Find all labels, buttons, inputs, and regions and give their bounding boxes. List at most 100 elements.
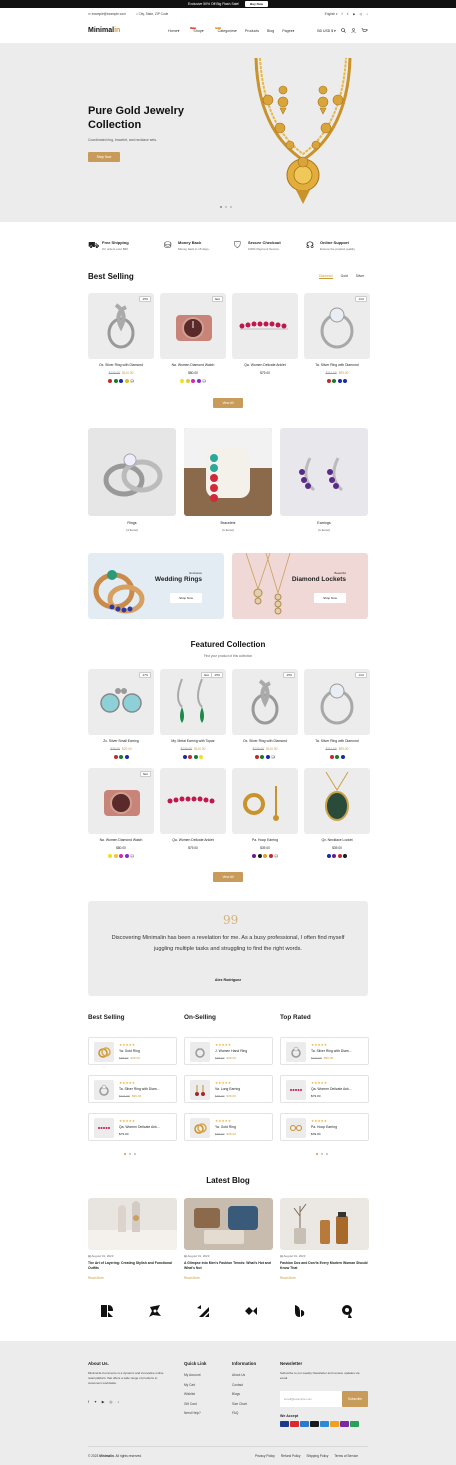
swatch[interactable]: [332, 854, 337, 858]
best-selling-view-all-button[interactable]: View All: [213, 398, 243, 408]
category-image-bracelets[interactable]: [184, 428, 272, 516]
featured-view-all-button[interactable]: View All: [213, 872, 243, 882]
blog-card[interactable]: ▤ August 01, 2023 A Glimpse into Men's F…: [184, 1198, 273, 1280]
product-card[interactable]: -17% Zc. Silver Small Earring $25.00 $20.…: [88, 669, 154, 759]
footer-link[interactable]: My Cart: [184, 1381, 201, 1391]
category-name[interactable]: Earrings: [280, 521, 368, 525]
product-image[interactable]: New -15%: [160, 669, 226, 735]
swatch[interactable]: [124, 379, 129, 383]
carousel-dot[interactable]: [129, 1153, 131, 1155]
product-card[interactable]: -15% Ox. Silver Ring with Diamond $130.0…: [232, 669, 298, 759]
facebook-icon[interactable]: f: [342, 12, 343, 16]
swatch[interactable]: [337, 379, 342, 383]
swatch[interactable]: [329, 755, 334, 759]
swatch[interactable]: [108, 379, 112, 383]
nav-pages[interactable]: Pages▾: [282, 29, 294, 33]
product-name[interactable]: Pa. Hoop Earring: [232, 838, 298, 842]
swatch[interactable]: [124, 854, 129, 858]
list-item[interactable]: ★★★★★ Qa. Women Delicate Ank... $79.00: [88, 1113, 177, 1141]
swatch[interactable]: [119, 854, 123, 858]
swatch[interactable]: [193, 755, 198, 759]
more-colors[interactable]: +2: [271, 755, 276, 759]
blog-image[interactable]: [184, 1198, 273, 1250]
product-name[interactable]: Na. Women Diamond Watch: [160, 363, 226, 367]
tab-silver[interactable]: Silver: [356, 274, 364, 279]
footer-link[interactable]: FAQ: [232, 1409, 247, 1419]
more-colors[interactable]: +1: [274, 854, 278, 858]
product-thumb[interactable]: [190, 1042, 210, 1062]
brand-logo-1[interactable]: [100, 1304, 114, 1318]
carousel-dot[interactable]: [326, 1153, 328, 1155]
swatch[interactable]: [119, 755, 123, 759]
product-image[interactable]: -11%: [304, 293, 370, 359]
product-image[interactable]: New: [88, 768, 154, 834]
list-item[interactable]: ★★★★★ J. Women Hand Ring $45.00 $39.00: [184, 1037, 273, 1065]
list-item[interactable]: ★★★★★ Qa. Women Delicate Ank... $79.00: [280, 1075, 369, 1103]
footer-link[interactable]: Contact: [232, 1381, 247, 1391]
carousel-dot[interactable]: [316, 1153, 318, 1155]
product-card[interactable]: Qa. Women Delicate Anklet $79.00: [232, 293, 298, 375]
footer-link[interactable]: Blogs: [232, 1390, 247, 1400]
product-name[interactable]: Qa. Women Delicate Ank...: [119, 1125, 175, 1129]
privacy-policy-link[interactable]: Privacy Policy: [255, 1454, 275, 1458]
swatch[interactable]: [199, 755, 204, 759]
read-more-link[interactable]: Read More: [280, 1276, 369, 1280]
swatch[interactable]: [337, 854, 342, 858]
instagram-icon[interactable]: ◎: [109, 1400, 112, 1404]
brand-logo-6[interactable]: [340, 1304, 354, 1318]
product-thumb[interactable]: [94, 1042, 114, 1062]
brand-logo-3[interactable]: [196, 1304, 210, 1318]
product-name[interactable]: Pa. Hoop Earring: [311, 1125, 367, 1129]
email-link[interactable]: ✉ example@example.com: [88, 12, 126, 16]
product-name[interactable]: Ox. Silver Ring with Diamond: [232, 739, 298, 743]
swatch[interactable]: [326, 854, 331, 858]
blog-image[interactable]: [280, 1198, 369, 1250]
product-image[interactable]: [160, 768, 226, 834]
list-item[interactable]: ★★★★★ Va. Long Earring $45.00 $39.00: [184, 1075, 273, 1103]
category-image-rings[interactable]: [88, 428, 176, 516]
blog-card[interactable]: ▤ August 01, 2023 Fashion Dos and Don'ts…: [280, 1198, 369, 1280]
category-card[interactable]: Bracelets (1 Items): [184, 428, 272, 532]
swatch[interactable]: [108, 854, 112, 858]
swatch[interactable]: [340, 755, 345, 759]
product-card[interactable]: Qx. Necklace Locket $39.00: [304, 768, 370, 858]
product-card[interactable]: New Na. Women Diamond Watch $80.00 +1: [160, 293, 226, 383]
instagram-icon[interactable]: ◎: [360, 12, 363, 16]
product-name[interactable]: Ya. Gold Ring: [119, 1049, 175, 1053]
hero-shop-now-button[interactable]: Shop Now: [88, 152, 120, 162]
hero-dot[interactable]: [225, 206, 227, 208]
twitter-icon[interactable]: ✦: [94, 1400, 97, 1404]
product-thumb[interactable]: [286, 1080, 306, 1100]
nav-categories[interactable]: NewCategories▾: [212, 27, 237, 33]
youtube-icon[interactable]: ▶: [102, 1400, 105, 1404]
refund-policy-link[interactable]: Refund Policy: [281, 1454, 301, 1458]
category-image-earrings[interactable]: [280, 428, 368, 516]
footer-link[interactable]: My Account: [184, 1371, 201, 1381]
product-card[interactable]: Qa. Women Delicate Anklet $79.00: [160, 768, 226, 850]
hero-dot[interactable]: [220, 206, 222, 208]
product-card[interactable]: -11% Ta. Silver Ring with Diamond $111.0…: [304, 293, 370, 383]
more-colors[interactable]: +1: [130, 854, 134, 858]
brand-logo-4[interactable]: [244, 1304, 258, 1318]
banner-shop-now-button[interactable]: Shop Now: [314, 593, 346, 603]
product-name[interactable]: Ta. Silver Ring with Diamond: [304, 363, 370, 367]
swatch[interactable]: [191, 379, 195, 383]
nav-products[interactable]: Products: [245, 29, 259, 33]
language-select[interactable]: English ▾: [325, 12, 338, 16]
list-item[interactable]: ★★★★★ Ta. Silver Ring with Diam... $111.…: [280, 1037, 369, 1065]
youtube-icon[interactable]: ▶: [353, 12, 355, 16]
swatch[interactable]: [185, 379, 190, 383]
category-name[interactable]: Bracelets: [184, 521, 272, 525]
footer-link[interactable]: Wishlist: [184, 1390, 201, 1400]
diamond-lockets-banner[interactable]: Beautiful Diamond Lockets Shop Now: [232, 553, 368, 619]
category-card[interactable]: Earrings (1 Items): [280, 428, 368, 532]
swatch[interactable]: [113, 854, 118, 858]
product-image[interactable]: [232, 293, 298, 359]
product-card[interactable]: New -15% My. Metal Earring with Topaz $1…: [160, 669, 226, 759]
blog-post-title[interactable]: Fashion Dos and Don'ts Every Modern Woma…: [280, 1261, 369, 1271]
wedding-rings-banner[interactable]: Exclusive Wedding Rings Shop Now: [88, 553, 224, 619]
product-thumb[interactable]: [94, 1118, 114, 1138]
product-image[interactable]: -17%: [88, 669, 154, 735]
banner-shop-now-button[interactable]: Shop Now: [170, 593, 202, 603]
product-image[interactable]: -11%: [304, 669, 370, 735]
